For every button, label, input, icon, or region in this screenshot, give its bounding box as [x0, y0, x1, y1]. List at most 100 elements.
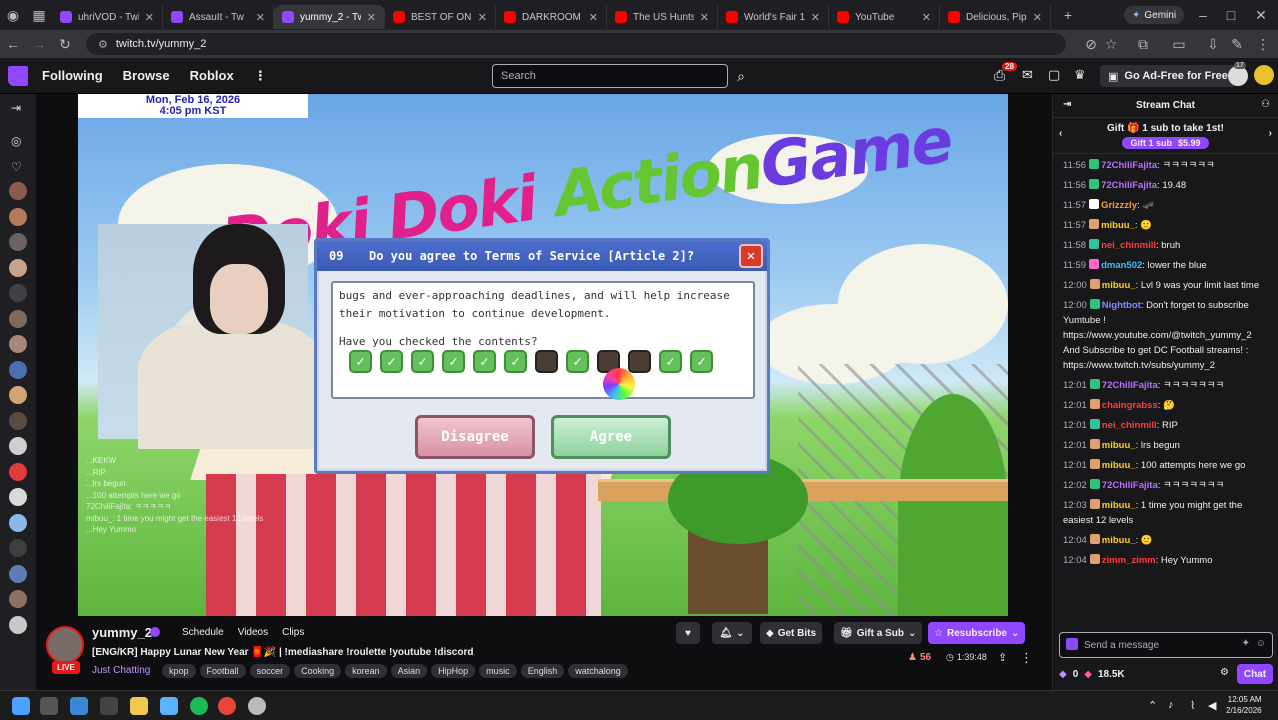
tab-close-icon[interactable]: ✕ [478, 11, 487, 24]
url-field[interactable]: ⚙ twitch.tv/yummy_2 [86, 33, 1066, 55]
expand-sidebar-icon[interactable]: ⇥ [11, 101, 21, 115]
bits-cheer-icon[interactable]: ✦ [1242, 638, 1250, 649]
tab-close-icon[interactable]: ✕ [1033, 11, 1042, 24]
nav-roblox[interactable]: Roblox [190, 68, 234, 83]
gift-sub-button[interactable]: 🎁︎ Gift a Sub ⌄ [834, 622, 923, 644]
browser-tab[interactable]: AssauIt - Tw ✕ [163, 5, 274, 29]
chat-settings-icon[interactable]: ⚙ [1220, 667, 1229, 678]
tab-search-icon[interactable]: ▦ [26, 2, 52, 28]
checkbox-checked[interactable]: ✓ [690, 350, 713, 373]
followed-channel-avatar[interactable] [9, 590, 27, 608]
message-username[interactable]: mibuu_ [1102, 500, 1136, 511]
chat-input[interactable]: Send a message ✦ ☺ [1059, 632, 1273, 658]
followed-channel-avatar[interactable] [9, 411, 27, 430]
new-tab-icon[interactable]: + [1055, 2, 1081, 28]
message-username[interactable]: 72ChiliFajita [1102, 380, 1158, 391]
more-options-icon[interactable]: ⋮ [1020, 650, 1033, 666]
tag-chip[interactable]: music [479, 664, 517, 678]
nav-browse[interactable]: Browse [123, 68, 170, 83]
wifi-icon[interactable]: ⌇ [1190, 699, 1195, 712]
system-clock[interactable]: 12:05 AM 2/16/2026 [1226, 694, 1262, 716]
message-username[interactable]: dman502 [1101, 260, 1142, 271]
browser-tab[interactable]: yummy_2 - Tw ✕ [274, 5, 385, 29]
channel-tab-clips[interactable]: Clips [282, 627, 304, 638]
tab-close-icon[interactable]: ✕ [145, 11, 154, 24]
channel-tab-schedule[interactable]: Schedule [182, 627, 224, 638]
followed-channel-avatar[interactable] [9, 309, 27, 328]
browser-tab[interactable]: uhriVOD - Twitch ✕ [52, 5, 163, 29]
chrome-icon[interactable] [218, 697, 236, 715]
tag-chip[interactable]: English [520, 664, 565, 678]
message-username[interactable]: 72ChiliFajita [1101, 160, 1157, 171]
followed-channel-avatar[interactable] [9, 386, 27, 404]
maximize-icon[interactable]: □ [1218, 2, 1244, 28]
go-ad-free-button[interactable]: ▣ Go Ad-Free for Free [1100, 65, 1236, 87]
tag-chip[interactable]: watchalong [568, 664, 628, 678]
video-player[interactable]: Doki Doki ActionGame Mon, Feb 16, 2026 4… [78, 94, 1008, 616]
browser-tab[interactable]: Delicious, Piping ✕ [940, 5, 1051, 29]
crown-icon[interactable]: ♛ [1074, 67, 1086, 83]
resubscribe-button[interactable]: ☆ Resubscribe ⌄ [928, 622, 1026, 644]
browser-more-icon[interactable]: ⋮ [1250, 31, 1276, 57]
message-username[interactable]: chaingrabss [1102, 400, 1158, 411]
checkbox-checked[interactable]: ✓ [473, 350, 496, 373]
notifications-button[interactable]: 🔔︎ ⌄ [712, 622, 752, 644]
tag-chip[interactable]: Asian [390, 664, 428, 678]
inbox-icon[interactable]: ⎙ 28 [994, 62, 1017, 84]
tray-chevron-icon[interactable]: ⌃ [1148, 699, 1157, 712]
checkbox-checked[interactable]: ✓ [566, 350, 589, 373]
downloads-icon[interactable]: ⇩ [1200, 31, 1226, 57]
message-username[interactable]: mibuu_ [1102, 460, 1136, 471]
chat-identity-icon[interactable] [1066, 638, 1078, 650]
share-icon[interactable]: ⇪ [998, 651, 1007, 664]
streamer-avatar[interactable] [46, 626, 84, 664]
tag-chip[interactable]: soccer [249, 664, 291, 678]
volume-icon[interactable]: ◀ [1208, 699, 1216, 712]
chat-send-button[interactable]: Chat [1237, 664, 1273, 684]
gemini-button[interactable]: ✦ Gemini [1124, 6, 1185, 24]
followed-channel-avatar[interactable] [9, 335, 27, 353]
tab-close-icon[interactable]: ✕ [922, 11, 931, 24]
search-button[interactable]: ⌕ [730, 64, 752, 88]
nav-following[interactable]: Following [42, 68, 103, 83]
followed-channel-avatar[interactable] [9, 564, 27, 583]
message-username[interactable]: mibuu_ [1102, 440, 1136, 451]
followed-channel-avatar[interactable] [9, 207, 27, 226]
message-username[interactable]: mibuu_ [1102, 535, 1136, 546]
message-username[interactable]: mibuu_ [1101, 220, 1135, 231]
followed-channel-avatar[interactable] [9, 233, 27, 251]
disagree-button[interactable]: Disagree [415, 415, 535, 459]
windows-start-icon[interactable] [12, 697, 30, 715]
gift-one-sub-button[interactable]: Gift 1 sub $5.99 [1122, 137, 1209, 149]
message-username[interactable]: 72ChiliFajita [1102, 480, 1158, 491]
browser-tab[interactable]: BEST OF ONEY'S ✕ [385, 5, 496, 29]
followed-channel-avatar[interactable] [9, 182, 27, 200]
tag-chip[interactable]: Cooking [294, 664, 342, 678]
widgets-icon[interactable] [70, 697, 88, 715]
reload-icon[interactable]: ↻ [52, 31, 78, 57]
followed-channel-avatar[interactable] [9, 284, 27, 302]
next-arrow-icon[interactable]: › [1269, 128, 1272, 139]
tab-close-icon[interactable]: ✕ [589, 11, 598, 24]
search-input[interactable]: Search [492, 64, 728, 88]
tag-chip[interactable]: kpop [162, 664, 196, 678]
followed-channel-avatar[interactable] [9, 360, 27, 379]
minimize-icon[interactable]: – [1190, 2, 1216, 28]
get-bits-button[interactable]: ◆ Get Bits [760, 622, 823, 644]
forward-icon[interactable]: → [26, 31, 52, 57]
collapse-chat-icon[interactable]: ⇥ [1063, 99, 1071, 110]
followed-channel-avatar[interactable] [9, 258, 27, 277]
copilot-icon[interactable] [100, 697, 118, 715]
recommended-icon[interactable]: ◎ [11, 134, 21, 148]
close-window-icon[interactable]: ✕ [1248, 2, 1274, 28]
checkbox-checked[interactable]: ✓ [659, 350, 682, 373]
followed-channel-avatar[interactable] [9, 488, 27, 506]
browser-tab[interactable]: DARKROOM FAN ✕ [496, 5, 607, 29]
dialog-close-icon[interactable]: ✕ [739, 244, 763, 268]
message-username[interactable]: nei_chinmill [1102, 420, 1157, 431]
sidepanel-icon[interactable]: ▭ [1166, 31, 1192, 57]
back-icon[interactable]: ← [0, 31, 26, 57]
message-username[interactable]: 72ChiliFajita [1101, 180, 1157, 191]
followed-channel-avatar[interactable] [9, 513, 27, 532]
spotify-icon[interactable] [190, 697, 208, 715]
